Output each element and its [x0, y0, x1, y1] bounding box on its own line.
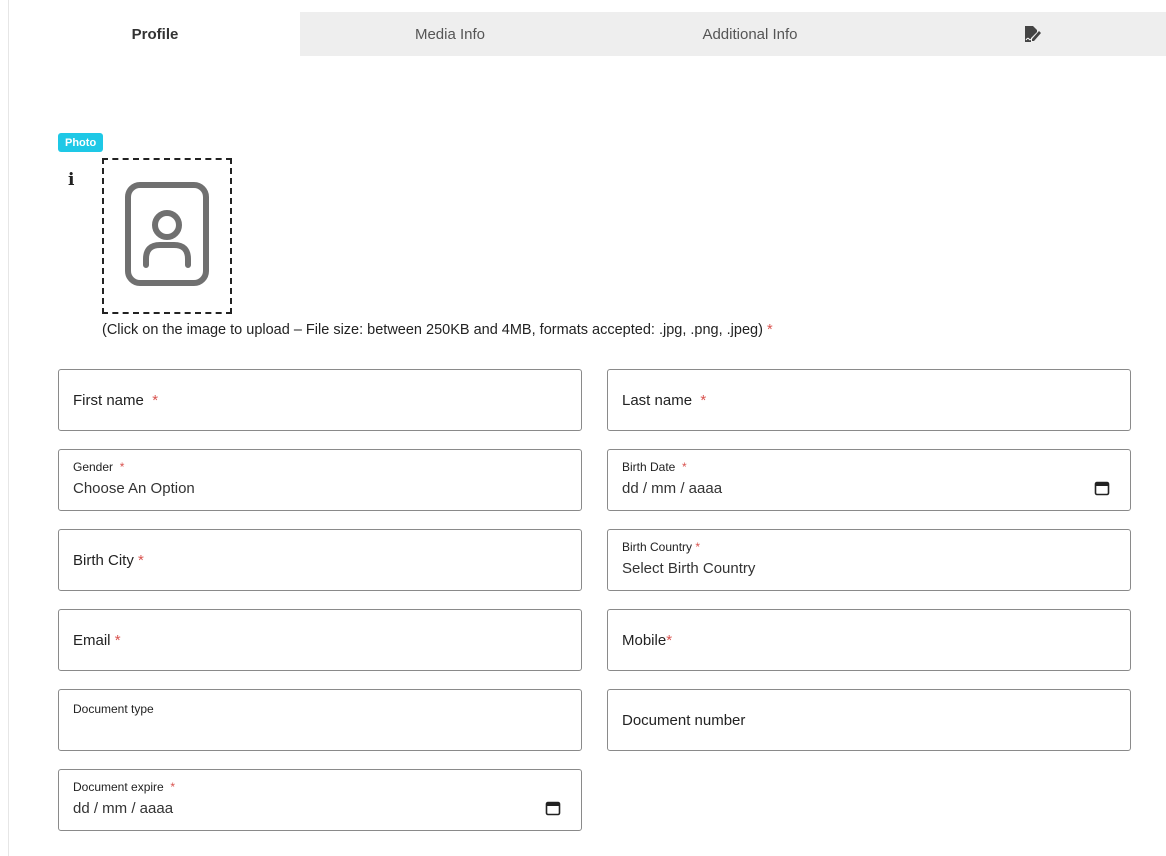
mobile-label: Mobile * [622, 610, 672, 670]
tab-additional-info[interactable]: Additional Info [600, 12, 900, 56]
gender-label: Gender * [73, 460, 124, 474]
email-label-text: Email [73, 631, 111, 649]
mobile-label-text: Mobile [622, 631, 667, 649]
signature-edit-icon [1023, 25, 1043, 43]
photo-badge-label: Photo [65, 136, 97, 149]
tab-profile[interactable]: Profile [10, 12, 300, 56]
gender-select[interactable]: Gender * Choose An Option [58, 449, 582, 511]
required-mark: * [766, 322, 773, 338]
document-expire-label: Document expire * [73, 780, 175, 794]
photo-hint-text: (Click on the image to upload – File siz… [102, 322, 763, 338]
required-mark: * [152, 391, 159, 409]
birth-date-field[interactable]: Birth Date * dd / mm / aaaa [607, 449, 1131, 511]
birth-country-label-text: Birth Country [622, 540, 693, 554]
page-border [8, 0, 9, 856]
birth-date-value: dd / mm / aaaa [622, 480, 723, 497]
birth-date-label: Birth Date * [622, 460, 687, 474]
birth-city-field[interactable]: Birth City * [58, 529, 582, 591]
first-name-field[interactable]: First name * [58, 369, 582, 431]
calendar-icon[interactable] [1094, 480, 1110, 501]
birth-country-value: Select Birth Country [622, 560, 756, 577]
required-mark: * [170, 780, 176, 794]
tab-additional-info-label: Additional Info [702, 25, 798, 43]
birth-country-select[interactable]: Birth Country * Select Birth Country [607, 529, 1131, 591]
birth-city-label: Birth City * [73, 530, 144, 590]
last-name-field[interactable]: Last name * [607, 369, 1131, 431]
tab-profile-label: Profile [131, 25, 179, 43]
last-name-label-text: Last name [622, 391, 693, 409]
tab-media-info-label: Media Info [414, 25, 486, 43]
first-name-label-text: First name [73, 391, 144, 409]
birth-date-label-text: Birth Date [622, 460, 676, 474]
email-label: Email * [73, 610, 121, 670]
tab-signature[interactable] [900, 12, 1166, 56]
required-mark: * [666, 631, 673, 649]
gender-label-text: Gender [73, 460, 114, 474]
photo-upload-area[interactable] [102, 158, 232, 314]
first-name-label: First name * [73, 370, 158, 430]
document-expire-field[interactable]: Document expire * dd / mm / aaaa [58, 769, 582, 831]
gender-value: Choose An Option [73, 480, 195, 497]
required-mark: * [119, 460, 125, 474]
document-expire-value: dd / mm / aaaa [73, 800, 174, 817]
photo-upload-hint: (Click on the image to upload – File siz… [102, 322, 773, 338]
birth-city-label-text: Birth City [73, 551, 134, 569]
required-mark: * [138, 551, 144, 569]
required-mark: * [700, 391, 707, 409]
document-number-field[interactable]: Document number [607, 689, 1131, 751]
photo-badge: Photo [58, 133, 104, 152]
last-name-label: Last name * [622, 370, 706, 430]
email-field[interactable]: Email * [58, 609, 582, 671]
user-portrait-icon [124, 181, 210, 292]
info-icon[interactable]: i [68, 170, 74, 190]
tab-media-info[interactable]: Media Info [300, 12, 600, 56]
tab-bar: Profile Media Info Additional Info [10, 12, 1166, 56]
mobile-field[interactable]: Mobile * [607, 609, 1131, 671]
calendar-icon[interactable] [545, 800, 561, 821]
document-type-select[interactable]: Document type [58, 689, 582, 751]
required-mark: * [114, 631, 121, 649]
required-mark: * [682, 460, 687, 474]
required-mark: * [695, 540, 701, 554]
document-type-label: Document type [73, 702, 154, 716]
birth-country-label: Birth Country * [622, 540, 700, 554]
document-number-label: Document number [622, 711, 746, 729]
document-expire-label-text: Document expire [73, 780, 164, 794]
